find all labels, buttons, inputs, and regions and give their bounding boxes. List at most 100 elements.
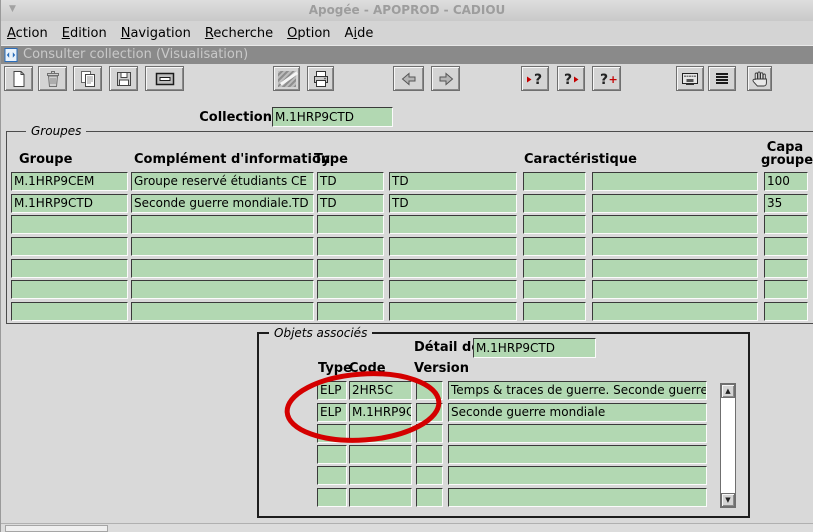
capa-cell[interactable] xyxy=(764,237,808,256)
horizontal-scrollbar[interactable] xyxy=(1,523,813,532)
next-block-button[interactable] xyxy=(431,66,460,91)
copy-record-button[interactable] xyxy=(73,66,102,91)
type-lib-cell[interactable] xyxy=(389,215,517,234)
objet-type-cell[interactable]: ELP xyxy=(317,403,347,422)
save-button[interactable] xyxy=(109,66,138,91)
objet-libelle-cell[interactable]: Seconde guerre mondiale xyxy=(448,403,707,422)
type-cell[interactable] xyxy=(317,302,384,321)
type-lib-cell[interactable]: TD xyxy=(389,172,517,191)
capa-cell[interactable] xyxy=(764,259,808,278)
objet-version-cell[interactable] xyxy=(416,488,443,507)
objet-version-cell[interactable] xyxy=(416,445,443,464)
capa-cell[interactable]: 100 xyxy=(764,172,808,191)
collection-field[interactable]: M.1HRP9CTD xyxy=(272,107,393,127)
type-cell[interactable] xyxy=(317,237,384,256)
type-lib-cell[interactable] xyxy=(389,259,517,278)
objet-version-cell[interactable] xyxy=(416,403,443,422)
menu-edition[interactable]: Edition xyxy=(62,26,107,41)
menu-recherche[interactable]: Recherche xyxy=(205,26,273,41)
complement-cell[interactable]: Groupe reservé étudiants CE xyxy=(131,172,314,191)
horizontal-scrollbar-thumb[interactable] xyxy=(5,525,108,532)
objet-type-cell[interactable] xyxy=(317,466,347,485)
previous-block-button[interactable] xyxy=(393,66,424,91)
delete-record-button[interactable] xyxy=(38,66,67,91)
enter-query-button[interactable]: ? xyxy=(521,66,549,91)
objet-version-cell[interactable] xyxy=(416,466,443,485)
capa-cell[interactable] xyxy=(764,280,808,299)
objet-code-cell[interactable]: 2HR5C xyxy=(349,381,412,400)
objet-type-cell[interactable] xyxy=(317,424,347,443)
capa-cell[interactable] xyxy=(764,302,808,321)
groupe-cell[interactable] xyxy=(11,215,128,234)
remove-record-button[interactable] xyxy=(145,66,184,91)
complement-cell[interactable] xyxy=(131,237,314,256)
objet-version-cell[interactable] xyxy=(416,424,443,443)
caracteristique-cell[interactable] xyxy=(523,215,586,234)
caracteristique-cell[interactable] xyxy=(523,237,586,256)
objet-code-cell[interactable] xyxy=(349,488,412,507)
menu-navigation[interactable]: Navigation xyxy=(121,26,191,41)
type-lib-cell[interactable]: TD xyxy=(389,194,517,213)
complement-cell[interactable] xyxy=(131,280,314,299)
objet-code-cell[interactable]: M.1HRP9C xyxy=(349,403,412,422)
new-record-button[interactable] xyxy=(4,66,33,91)
caracteristique-cell[interactable] xyxy=(523,194,586,213)
groupe-cell[interactable] xyxy=(11,237,128,256)
caracteristique-cell[interactable] xyxy=(523,302,586,321)
type-lib-cell[interactable] xyxy=(389,280,517,299)
objet-libelle-cell[interactable]: Temps & traces de guerre. Seconde guerre xyxy=(448,381,707,400)
objet-libelle-cell[interactable] xyxy=(448,445,707,464)
type-cell[interactable]: TD xyxy=(317,172,384,191)
type-cell[interactable] xyxy=(317,280,384,299)
caracteristique-lib-cell[interactable] xyxy=(592,280,758,299)
caracteristique-lib-cell[interactable] xyxy=(592,172,758,191)
complement-cell[interactable] xyxy=(131,259,314,278)
type-cell[interactable] xyxy=(317,215,384,234)
groupe-cell[interactable] xyxy=(11,280,128,299)
groupe-cell[interactable] xyxy=(11,302,128,321)
execute-query-button[interactable]: ? xyxy=(557,66,585,91)
clear-form-button[interactable] xyxy=(273,66,300,91)
caracteristique-cell[interactable] xyxy=(523,280,586,299)
objet-libelle-cell[interactable] xyxy=(448,466,707,485)
type-lib-cell[interactable] xyxy=(389,302,517,321)
objet-code-cell[interactable] xyxy=(349,466,412,485)
caracteristique-lib-cell[interactable] xyxy=(592,302,758,321)
objet-type-cell[interactable] xyxy=(317,445,347,464)
complement-cell[interactable]: Seconde guerre mondiale.TD xyxy=(131,194,314,213)
groupe-cell[interactable]: M.1HRP9CEM xyxy=(11,172,128,191)
objet-type-cell[interactable]: ELP xyxy=(317,381,347,400)
objet-type-cell[interactable] xyxy=(317,488,347,507)
complement-cell[interactable] xyxy=(131,215,314,234)
objet-libelle-cell[interactable] xyxy=(448,488,707,507)
objet-code-cell[interactable] xyxy=(349,445,412,464)
groupe-cell[interactable]: M.1HRP9CTD xyxy=(11,194,128,213)
print-button[interactable] xyxy=(307,66,334,91)
menu-aide[interactable]: Aide xyxy=(345,26,374,41)
list-of-values-button[interactable] xyxy=(676,66,704,91)
objets-scrollbar[interactable]: ▲ ▼ xyxy=(720,383,736,508)
type-cell[interactable] xyxy=(317,259,384,278)
count-query-button[interactable]: ? + xyxy=(592,66,621,91)
caracteristique-cell[interactable] xyxy=(523,172,586,191)
detail-field[interactable]: M.1HRP9CTD xyxy=(473,338,596,358)
scroll-up-button[interactable]: ▲ xyxy=(721,384,735,398)
edit-field-button[interactable] xyxy=(708,66,736,91)
caracteristique-lib-cell[interactable] xyxy=(592,237,758,256)
caracteristique-lib-cell[interactable] xyxy=(592,194,758,213)
menu-action[interactable]: Action xyxy=(7,26,48,41)
scroll-down-button[interactable]: ▼ xyxy=(721,493,735,507)
caracteristique-cell[interactable] xyxy=(523,259,586,278)
caracteristique-lib-cell[interactable] xyxy=(592,215,758,234)
capa-cell[interactable] xyxy=(764,215,808,234)
exit-button[interactable] xyxy=(747,66,772,91)
complement-cell[interactable] xyxy=(131,302,314,321)
type-cell[interactable]: TD xyxy=(317,194,384,213)
menu-option[interactable]: Option xyxy=(287,26,330,41)
type-lib-cell[interactable] xyxy=(389,237,517,256)
objet-version-cell[interactable] xyxy=(416,381,443,400)
caracteristique-lib-cell[interactable] xyxy=(592,259,758,278)
groupe-cell[interactable] xyxy=(11,259,128,278)
objet-code-cell[interactable] xyxy=(349,424,412,443)
objet-libelle-cell[interactable] xyxy=(448,424,707,443)
